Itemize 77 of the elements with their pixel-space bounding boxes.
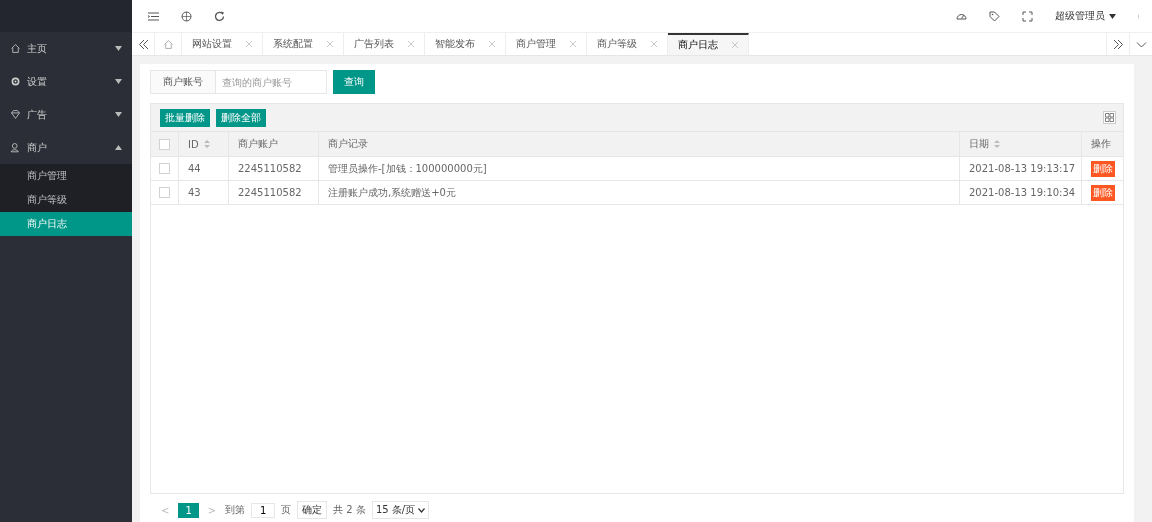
home-icon[interactable] (162, 38, 174, 50)
caret-down-icon (115, 46, 122, 51)
tab[interactable]: 系统配置 (263, 33, 344, 55)
goto-label: 到第 (225, 503, 246, 518)
close-icon[interactable] (489, 41, 495, 47)
sidebar-subitem[interactable]: 商户等级 (0, 188, 132, 212)
toolbar-button[interactable]: 删除全部 (216, 108, 266, 127)
home-icon (10, 43, 21, 54)
tab[interactable]: 商户管理 (506, 33, 587, 55)
menu-icon[interactable] (148, 10, 159, 22)
sidebar-subitem[interactable]: 商户管理 (0, 164, 132, 188)
diamond-icon (10, 109, 21, 120)
column-header: 商户账户 (229, 132, 319, 156)
sidebar-subitem[interactable]: 商户日志 (0, 212, 132, 236)
tag-icon[interactable] (989, 10, 1000, 22)
tab[interactable]: 广告列表 (344, 33, 425, 55)
fullscreen-icon[interactable] (1022, 10, 1033, 22)
page-size-select[interactable]: 15 条/页 (371, 501, 430, 520)
confirm-button[interactable]: 确定 (297, 501, 328, 520)
tab-label: 网站设置 (192, 37, 232, 51)
close-icon[interactable] (651, 41, 657, 47)
table-cell: 2021-08-13 19:13:17 (969, 163, 1076, 174)
tab[interactable]: 智能发布 (425, 33, 506, 55)
double-chevron-left-icon[interactable] (137, 38, 149, 50)
globe-icon[interactable] (181, 10, 192, 22)
gear-icon (10, 76, 21, 87)
search-field[interactable]: 查询的商户账号 (215, 70, 327, 94)
caret-down-icon (115, 112, 122, 117)
refresh-icon[interactable] (214, 10, 225, 22)
page-button[interactable]: 1 (178, 502, 199, 518)
column-header[interactable]: ID (179, 132, 229, 156)
tab[interactable]: 网站设置 (182, 33, 263, 55)
sidebar-item[interactable]: 广告 (0, 98, 132, 131)
tab-label: 广告列表 (354, 37, 394, 51)
tab-label: 系统配置 (273, 37, 313, 51)
caret-down-icon (115, 79, 122, 84)
table-cell: 管理员操作-[加钱：100000000元] (328, 161, 487, 176)
sort-icon[interactable] (994, 140, 1000, 148)
table-cell: 43 (188, 187, 201, 198)
checkbox[interactable] (159, 187, 170, 198)
user-icon (10, 142, 21, 153)
table-cell: 2245110582 (238, 187, 302, 198)
chevron-down-icon (418, 507, 426, 513)
table-cell: 注册账户成功,系统赠送+0元 (328, 185, 456, 200)
caret-down-icon (1109, 13, 1116, 19)
checkbox[interactable] (159, 138, 170, 150)
sidebar-item[interactable]: 主页 (0, 32, 132, 65)
sidebar-item[interactable]: 商户 (0, 131, 132, 164)
page-unit-label: 页 (281, 503, 292, 518)
tab-label: 商户等级 (597, 37, 637, 51)
page-input[interactable]: 1 (251, 502, 276, 518)
toolbar-button[interactable]: 批量删除 (160, 108, 210, 127)
tab-label: 智能发布 (435, 37, 475, 51)
tab[interactable]: 商户日志 (668, 33, 749, 55)
column-header: 操作 (1090, 137, 1112, 151)
sidebar-item[interactable]: 设置 (0, 65, 132, 98)
column-header[interactable]: 日期 (960, 132, 1082, 156)
double-chevron-right-icon[interactable] (1112, 38, 1124, 50)
close-icon[interactable] (408, 41, 414, 47)
close-icon[interactable] (327, 41, 333, 47)
tab-label: 商户日志 (678, 38, 718, 52)
search-button[interactable]: 查询 (333, 70, 375, 94)
close-icon[interactable] (732, 42, 738, 48)
sort-icon[interactable] (203, 140, 210, 148)
column-header: 商户记录 (319, 132, 960, 156)
close-icon[interactable] (570, 41, 576, 47)
columns-button[interactable] (1103, 111, 1116, 124)
table-cell: 2021-08-13 19:10:34 (969, 187, 1076, 198)
tab-label: 商户管理 (516, 37, 556, 51)
close-icon[interactable] (246, 41, 252, 47)
table-cell: 44 (188, 163, 201, 174)
table-cell: 2245110582 (238, 163, 302, 174)
caret-up-icon (115, 145, 122, 150)
field-label: 商户账号 (150, 70, 215, 94)
total-count: 共 2 条 (333, 503, 366, 518)
user-menu[interactable]: 超级管理员 (1055, 9, 1116, 23)
checkbox[interactable] (159, 163, 170, 174)
